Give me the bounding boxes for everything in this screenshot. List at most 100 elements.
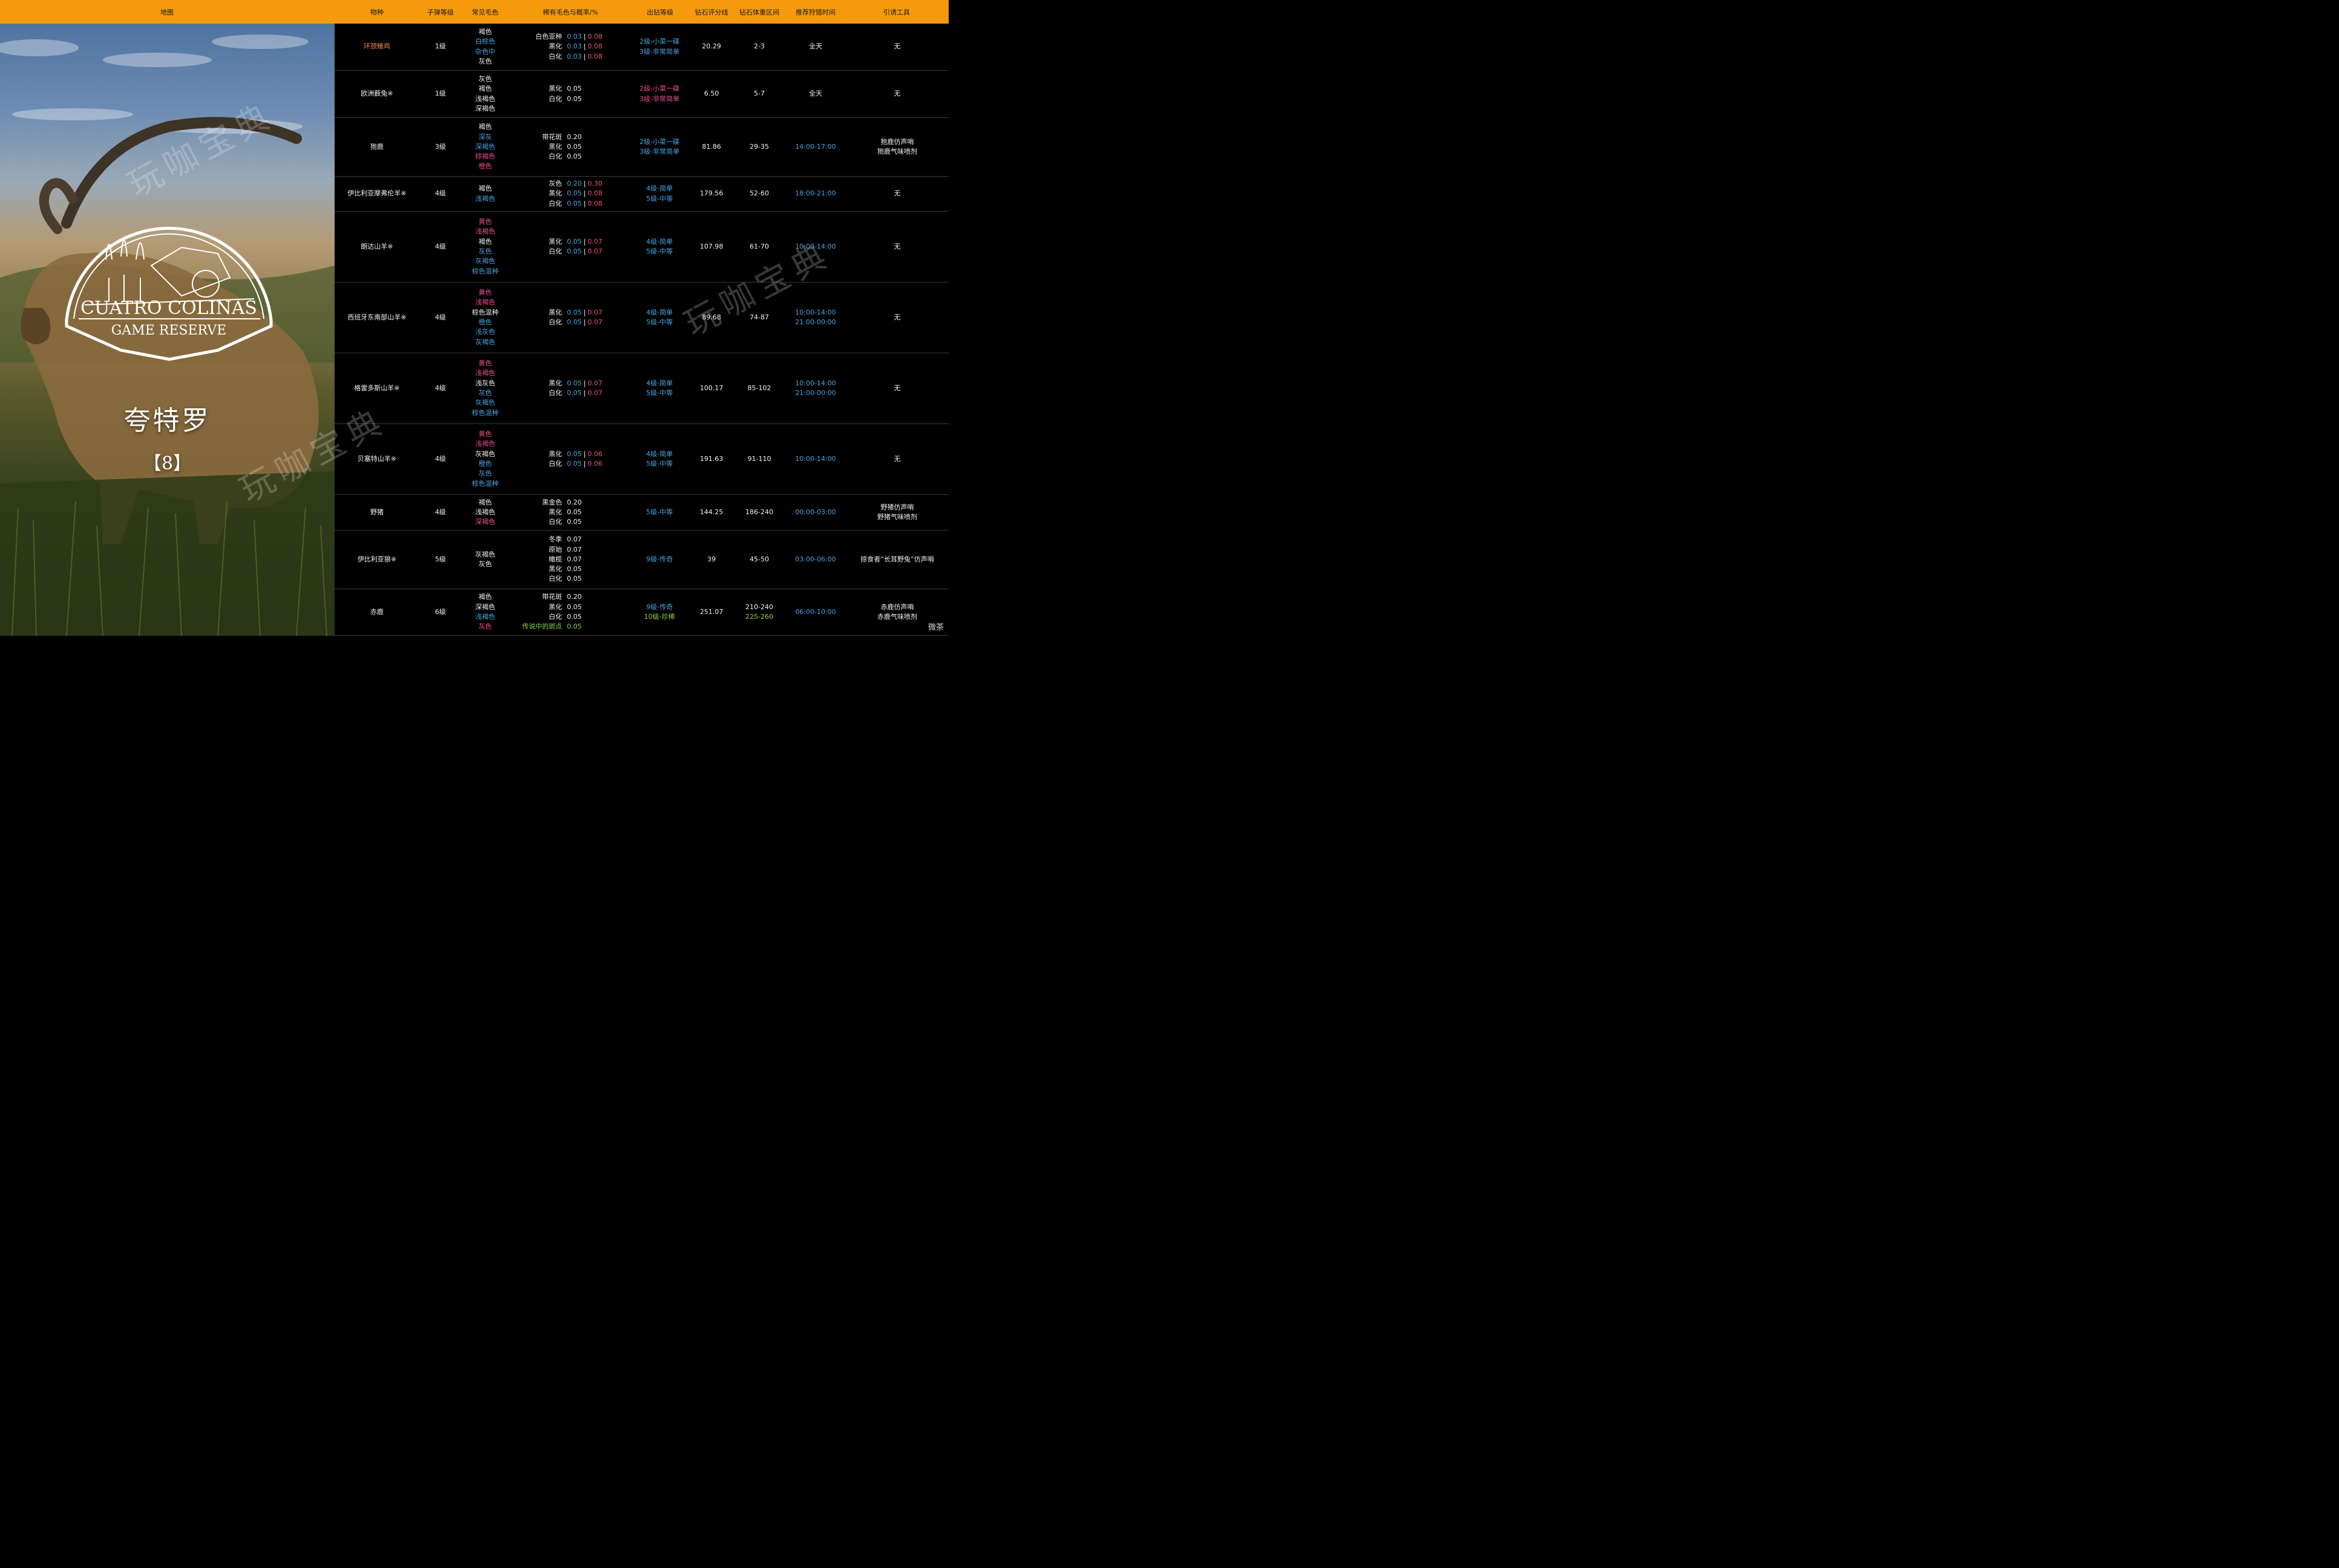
table-row: 欧洲薮兔※ 1级 灰色 褐色 浅褐色 深褐色 黑化 0.05 白化 0.05 2级-小菜一碟 3级-非… [335,71,949,118]
fur-color: 浅褐色 [475,194,496,203]
rare-fur-entry: 白化 0.05 | 0.07 [511,388,632,398]
probability-value: 0.07 [587,389,603,397]
weight-cell: 52-60 [733,177,785,211]
fur-color: 灰褐色 [475,338,496,346]
probability-value: 0.07 [567,545,582,554]
species-name: 环颈雉鸡 [364,42,390,51]
table-row: 环颈雉鸡 1级 褐色 白棕色 杂色中 灰色 白色亚种 0.03 | 0.08 黑化 0.03 | 0.08… [335,24,949,71]
rare-fur-cell: 带花斑 0.20 黑化 0.05 白化 0.05 [511,118,632,176]
bullet-level: 4级 [435,242,446,250]
header-weight: 钻石体重区间 [739,8,779,16]
hunting-time: 21:00-00:00 [795,389,836,397]
svg-text:CUATRO COLINAS: CUATRO COLINAS [80,298,257,319]
rare-fur-entry: 带花斑 0.20 [511,592,632,602]
diamond-score: 107.98 [699,242,724,250]
fur-color: 浅褐色 [475,508,496,516]
table-header: 地图 物种 子弹等级 常见毛色 稀有毛色与概率/% 出钻等级 钻石评分线 钻石体… [0,0,949,24]
probability-value: 0.08 [587,52,603,60]
separator: | [583,199,586,207]
fur-color: 褐色 [479,85,492,93]
rare-fur-name: 传说中的斑点 [522,622,562,631]
probability-value: 0.07 [567,555,582,563]
rare-fur-entry: 白化 0.03 | 0.08 [511,52,632,62]
lure-cell: 无 [855,71,940,117]
fur-color: 浅褐色 [475,227,496,236]
fur-color: 褐色 [479,123,492,131]
rare-fur-probability: 0.20 [567,132,582,142]
species-name: 贝塞特山羊※ [357,454,397,463]
rare-fur-name: 黑化 [549,85,562,93]
rare-fur-probability: 0.05 [567,574,582,584]
rare-fur-entry: 冬季 0.07 [511,535,632,544]
time-cell: 10:00-14:00 [785,424,846,494]
diamond-rank: 2级-小菜一碟 [640,38,679,46]
rare-fur-entry: 原始 0.07 [511,545,632,555]
probability-value: 0.05 [567,142,582,151]
time-cell: 00:00-03:00 [785,495,846,530]
time-cell: 18:00-21:00 [785,177,846,211]
probability-value: 0.30 [587,180,603,188]
probability-value: 0.05 [567,189,582,198]
diamond-rank: 4级-简单 [646,237,673,246]
lure-cell: 无 [855,424,940,494]
bullet-cell: 5级 [419,531,462,589]
fur-color: 白棕色 [475,38,496,46]
rare-fur-entry: 橄榄 0.07 [511,555,632,564]
weight-range: 91-110 [747,454,771,463]
fur-color: 杂色中 [475,47,496,56]
score-cell: 20.29 [690,24,733,70]
bullet-level: 4级 [435,384,446,392]
rare-fur-probability: 0.20 [567,592,582,602]
lure-cell: 掠食者“长耳野兔”仿声哨 [855,531,940,589]
weight-cell: 210-240 225-260 [733,589,785,635]
table-row: 赤鹿 6级 褐色 深褐色 浅褐色 灰色 带花斑 0.20 黑化 0.05 白化 0.05 传说中的斑点 0… [335,589,949,636]
header-bullet: 子弹等级 [427,8,454,16]
table-row: 格雷多斯山羊※ 4级 黄色 浅褐色 浅灰色 灰色 灰褐色 棕色混种 黑化 0.05 | 0.07 白化 0… [335,353,949,424]
probability-value: 0.05 [567,379,582,387]
weight-cell: 45-50 [733,531,785,589]
rare-fur-probability: 0.05 [567,622,582,632]
fur-color: 深褐色 [475,603,496,611]
bullet-level: 4级 [435,313,446,321]
weight-range: 85-102 [747,384,771,392]
bullet-level: 1级 [435,90,446,98]
header-rare: 稀有毛色与概率/% [543,8,598,16]
bullet-cell: 4级 [419,495,462,530]
rare-fur-entry: 黑化 0.05 [511,84,632,94]
rare-fur-name: 白化 [549,389,562,397]
fur-color: 棕褐色 [475,152,496,161]
fur-color: 浅褐色 [475,369,496,377]
rare-fur-entry: 黑化 0.05 | 0.07 [511,379,632,388]
footer-brand: 微茶 [927,623,944,632]
rare-fur-entry: 黑化 0.03 | 0.08 [511,42,632,51]
rare-fur-probability: 0.05 | 0.07 [567,308,603,318]
lure-tool: 无 [894,90,901,98]
weight-cell: 5-7 [733,71,785,117]
diamond-rank: 9级-传奇 [646,555,673,563]
rare-fur-entry: 白化 0.05 [511,94,632,104]
probability-value: 0.05 [567,575,582,583]
weight-range: 29-35 [750,142,769,151]
diamond-rank-cell: 4级-简单 5级-中等 [629,177,690,211]
fur-color: 灰褐色 [475,399,496,407]
diamond-score: 39 [707,555,716,563]
diamond-rank: 4级-简单 [646,379,673,387]
hunting-time: 00:00-03:00 [795,508,836,516]
rare-fur-probability: 0.05 [567,612,582,622]
diamond-rank: 2级-小菜一碟 [640,85,679,93]
species-cell: 狍鹿 [341,118,413,176]
probability-value: 0.08 [587,33,603,41]
lure-cell: 无 [855,283,940,353]
hunting-time: 06:00-10:00 [795,607,836,616]
weight-range: 52-60 [750,189,769,198]
lure-tool: 掠食者“长耳野兔”仿声哨 [860,555,934,563]
score-cell: 107.98 [690,212,733,282]
rare-fur-entry: 黑金色 0.20 [511,498,632,508]
bullet-level: 1级 [435,42,446,51]
fur-color: 灰褐色 [475,449,496,458]
fur-color: 浅褐色 [475,298,496,307]
score-cell: 144.25 [690,495,733,530]
probability-value: 0.03 [567,33,582,41]
hunting-time: 14:00-17:00 [795,142,836,151]
probability-value: 0.05 [567,94,582,103]
